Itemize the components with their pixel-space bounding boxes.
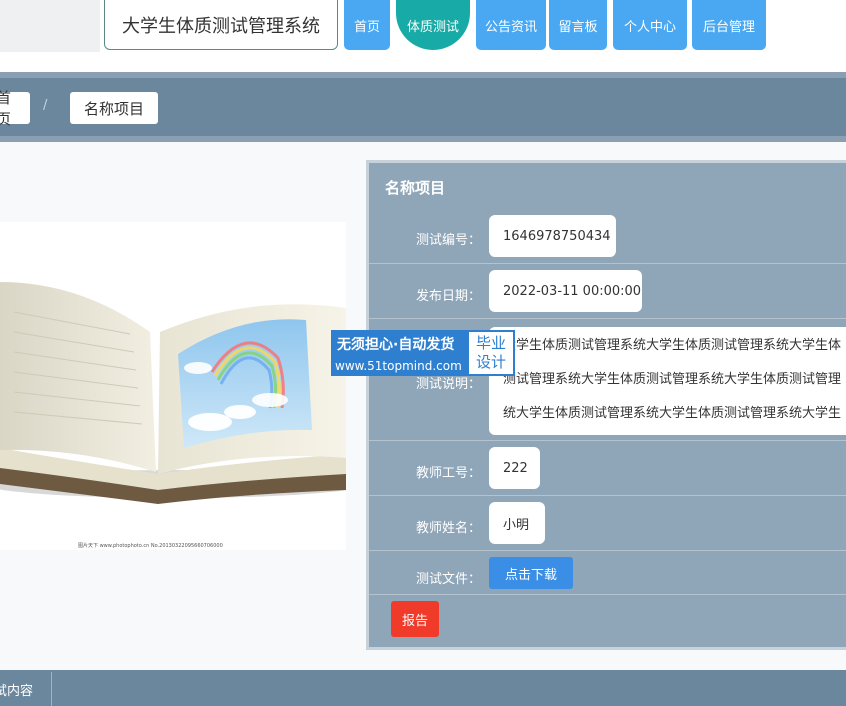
field-row-teacher-id: 教师工号： 222: [369, 441, 846, 496]
publish-date-value: 2022-03-11 00:00:00: [489, 270, 642, 312]
description-value: 大学生体质测试管理系统大学生体质测试管理系统大学生体 测试管理系统大学生体质测试…: [489, 327, 846, 435]
nav-personal-center[interactable]: 个人中心: [613, 0, 687, 50]
nav-message-board[interactable]: 留言板: [549, 0, 607, 50]
watermark-stamp-line: 毕业: [475, 334, 506, 352]
field-row-teacher-name: 教师姓名： 小明: [369, 496, 846, 551]
watermark-badge: 无须担心·自动发货 www.51topmind.com 毕业 设计: [331, 330, 515, 376]
field-label: 教师姓名：: [415, 521, 481, 536]
teacher-id-value: 222: [489, 447, 540, 489]
book-image: 图片天下 www.photophoto.cn No.20130322095660…: [0, 222, 346, 550]
footer-bar: 测试内容: [0, 670, 846, 706]
description-line: 测试管理系统大学生体质测试管理系统大学生体质测试管理: [503, 372, 842, 387]
report-button[interactable]: 报告: [391, 601, 439, 637]
watermark-stamp: 毕业 设计: [467, 330, 515, 376]
field-row-test-id: 测试编号： 1646978750434: [369, 209, 846, 264]
test-id-value: 1646978750434: [489, 215, 616, 257]
field-label: 发布日期：: [415, 289, 481, 304]
field-label: 测试文件：: [415, 572, 481, 587]
detail-title: 名称项目: [385, 179, 446, 197]
field-label: 测试编号：: [415, 233, 481, 248]
watermark-stamp-line: 设计: [475, 353, 506, 371]
nav-home[interactable]: 首页: [344, 0, 390, 50]
detail-panel: 名称项目 测试编号： 1646978750434 发布日期： 2022-03-1…: [366, 160, 846, 650]
site-title[interactable]: 大学生体质测试管理系统: [104, 0, 338, 50]
top-navigation: 大学生体质测试管理系统 首页 体质测试 公告资讯 留言板 个人中心 后台管理: [0, 0, 846, 72]
nav-left-strip: [0, 0, 100, 52]
description-line: 统大学生体质测试管理系统大学生体质测试管理系统大学生: [503, 406, 842, 421]
nav-fitness-test[interactable]: 体质测试: [396, 0, 470, 50]
breadcrumb: 首页 / 名称项目: [0, 72, 846, 142]
nav-announcements[interactable]: 公告资讯: [476, 0, 546, 50]
image-caption: 图片天下 www.photophoto.cn No.20130322095660…: [78, 542, 223, 549]
watermark-slogan: 无须担心·自动发货: [337, 337, 455, 353]
watermark-url: www.51topmind.com: [335, 359, 462, 373]
footer-tab-test-content[interactable]: 测试内容: [0, 672, 52, 706]
footer-tab-label: 测试内容: [0, 683, 33, 699]
description-line: 大学生体质测试管理系统大学生体质测试管理系统大学生体: [503, 338, 842, 353]
breadcrumb-separator: /: [43, 98, 48, 113]
field-row-publish-date: 发布日期： 2022-03-11 00:00:00: [369, 264, 846, 319]
field-row-test-file: 测试文件： 点击下载: [369, 551, 846, 595]
teacher-name-value: 小明: [489, 502, 545, 544]
download-button[interactable]: 点击下载: [489, 557, 573, 589]
breadcrumb-current: 名称项目: [70, 92, 159, 124]
watermark-banner: 无须担心·自动发货 www.51topmind.com: [331, 330, 467, 376]
breadcrumb-home[interactable]: 首页: [0, 89, 30, 128]
field-label: 教师工号：: [415, 466, 481, 481]
nav-admin[interactable]: 后台管理: [692, 0, 766, 50]
